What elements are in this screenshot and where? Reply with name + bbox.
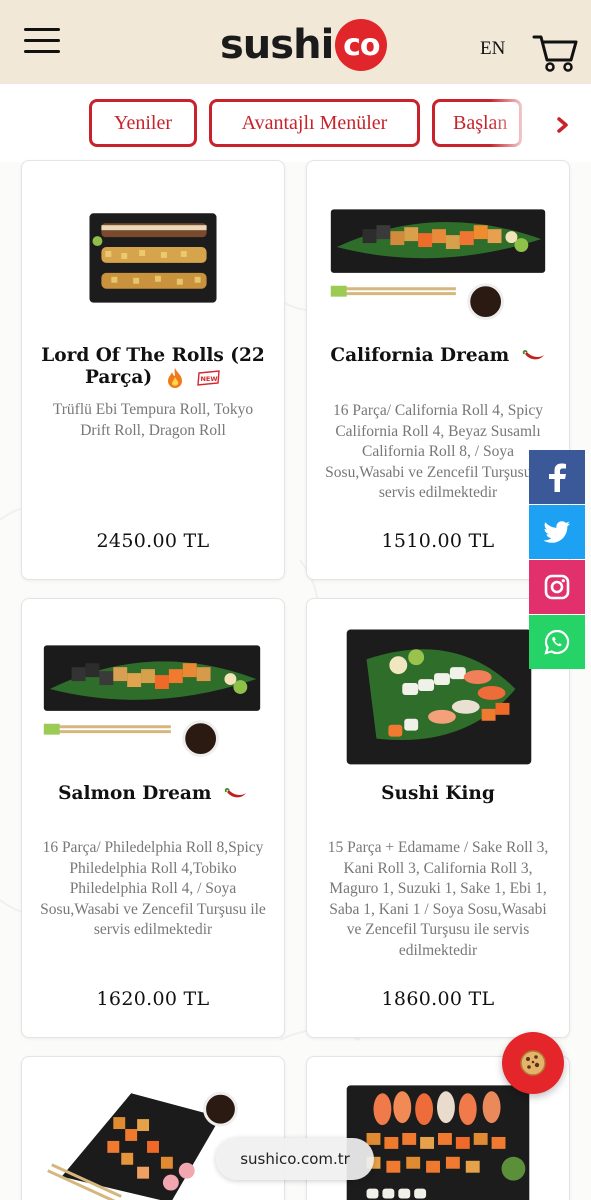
product-image (89, 213, 217, 303)
whatsapp-button[interactable] (529, 615, 585, 669)
category-avantajli-menuler[interactable]: Avantajlı Menüler (209, 99, 420, 147)
twitter-button[interactable] (529, 505, 585, 559)
product-name-line1: Lord Of The Rolls (22 (41, 345, 265, 366)
product-card-lord-of-the-rolls[interactable]: Lord Of The Rolls (22 Parça) NEW Trüflü … (21, 160, 285, 580)
url-text: sushico.com.tr (240, 1150, 350, 1168)
logo-text: sushi (220, 22, 334, 68)
fire-icon (167, 368, 182, 388)
product-name-text: California Dream (330, 345, 510, 366)
product-image (330, 209, 546, 320)
product-description: 15 Parça + Edamame / Sake Roll 3, Kani R… (327, 839, 549, 959)
instagram-button[interactable] (529, 560, 585, 614)
product-name: Sushi King (381, 783, 495, 804)
twitter-icon (543, 521, 570, 543)
product-description: Trüflü Ebi Tempura Roll, Tokyo Drift Rol… (52, 401, 254, 439)
new-badge-icon: NEW (197, 370, 220, 386)
browser-url-bar[interactable]: sushico.com.tr (216, 1138, 374, 1180)
product-price: 1620.00 TL (96, 988, 210, 1010)
logo-circle: co (335, 19, 388, 71)
whatsapp-icon (544, 629, 570, 655)
chevron-right-icon[interactable] (553, 113, 573, 137)
product-image (43, 645, 261, 757)
cookie-settings-button[interactable] (502, 1032, 564, 1094)
site-header: sushi co EN (0, 0, 591, 84)
category-yeniler[interactable]: Yeniler (89, 99, 197, 147)
product-description: 16 Parça/ Philedelphia Roll 8,Spicy Phil… (40, 839, 266, 938)
product-name: Salmon Dream (32, 783, 274, 805)
instagram-icon (544, 574, 570, 600)
sushico-logo[interactable]: sushi co (220, 18, 388, 72)
new-badge-text: NEW (201, 375, 218, 383)
product-card-salmon-dream[interactable]: Salmon Dream 16 Parça/ Philedelphia Roll… (21, 598, 285, 1038)
facebook-button[interactable] (529, 450, 585, 504)
product-name: California Dream (317, 345, 559, 367)
cart-icon[interactable] (532, 32, 578, 72)
hamburger-icon[interactable] (24, 28, 60, 54)
language-switch[interactable]: EN (480, 38, 505, 60)
product-price: 1860.00 TL (381, 988, 495, 1010)
category-fade (490, 84, 550, 162)
product-name-line2: Parça) (84, 367, 153, 388)
chili-icon (522, 350, 544, 360)
category-bar: Yeniler Avantajlı Menüler Başlan (0, 84, 591, 162)
product-price: 2450.00 TL (96, 530, 210, 552)
cookie-icon (520, 1050, 546, 1076)
facebook-icon (549, 463, 566, 492)
product-name: Lord Of The Rolls (22 Parça) NEW (32, 345, 274, 389)
chili-icon (224, 788, 246, 798)
product-description: 16 Parça/ California Roll 4, Spicy Calif… (325, 402, 551, 501)
product-name-text: Salmon Dream (58, 783, 212, 804)
